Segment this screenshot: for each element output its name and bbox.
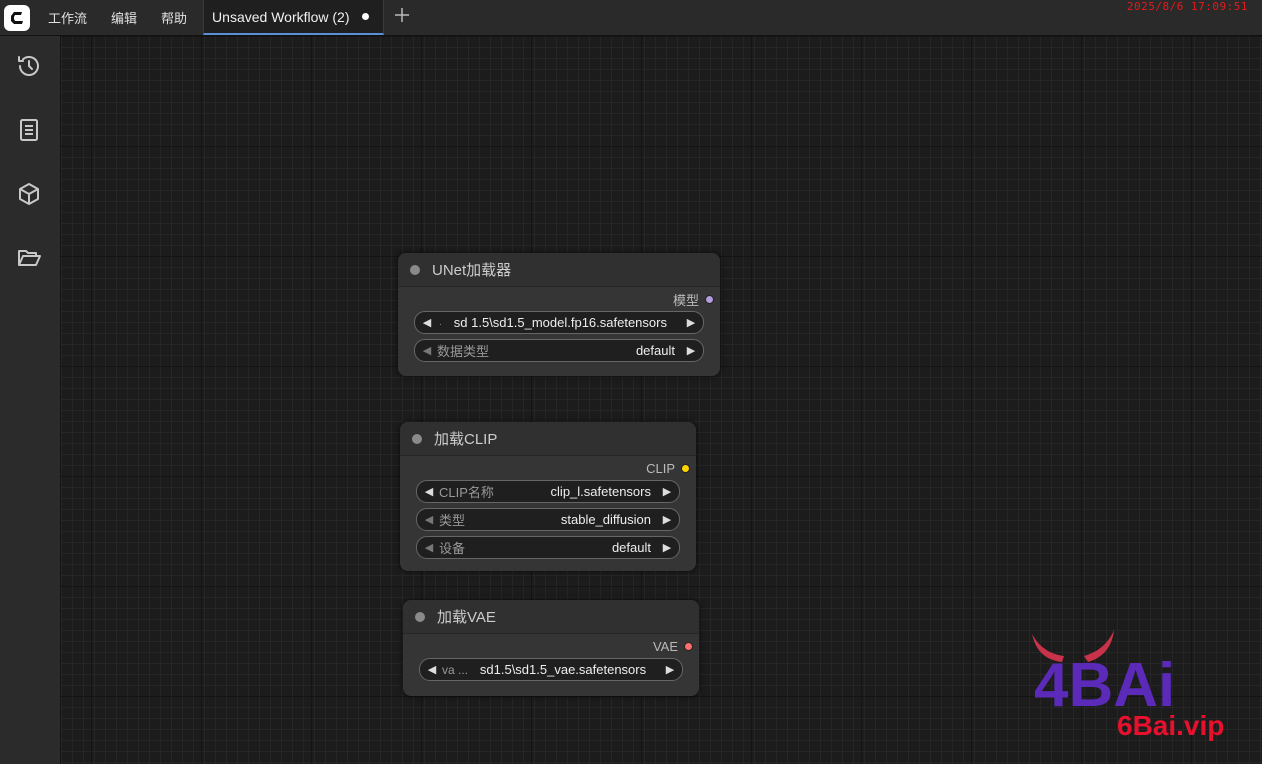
clip-device-combo[interactable]: ◀ 设备 default ▶ <box>416 536 680 559</box>
vae-loader-node[interactable]: 加载VAE VAE ◀ va ... sd1.5\sd1.5_vae.safet… <box>403 600 699 696</box>
clip-loader-node[interactable]: 加载CLIP CLIP ◀ CLIP名称 clip_l.safetensors … <box>400 422 696 571</box>
prev-arrow-icon[interactable]: ◀ <box>424 663 440 676</box>
watermark-site-text: 6Bai.vip <box>1117 710 1225 741</box>
widget-label: va ... <box>442 662 469 677</box>
widget-value: stable_diffusion <box>560 512 651 527</box>
unet-loader-node[interactable]: UNet加载器 模型 ◀ . sd 1.5\sd1.5_model.fp16.s… <box>398 253 720 376</box>
output-port-icon[interactable] <box>705 294 714 304</box>
collapse-dot-icon[interactable] <box>412 433 422 444</box>
prev-arrow-icon[interactable]: ◀ <box>421 485 437 498</box>
add-tab-icon[interactable] <box>394 7 410 28</box>
menu-workflow[interactable]: 工作流 <box>36 8 99 27</box>
menu-help[interactable]: 帮助 <box>149 8 199 27</box>
node-title: UNet加载器 <box>432 262 512 279</box>
widget-value: sd 1.5\sd1.5_model.fp16.safetensors <box>453 315 667 330</box>
output-port-icon[interactable] <box>684 641 693 651</box>
unsaved-dot-icon <box>361 13 369 20</box>
watermark-logo-text: 4BAi <box>1034 651 1175 714</box>
node-header[interactable]: 加载CLIP <box>400 422 696 456</box>
output-slot-vae[interactable]: VAE <box>403 634 699 658</box>
output-label: CLIP <box>646 460 675 476</box>
next-arrow-icon[interactable]: ▶ <box>659 485 675 498</box>
cube-icon[interactable] <box>16 181 42 207</box>
next-arrow-icon[interactable]: ▶ <box>683 344 699 357</box>
widget-label: 类型 <box>439 513 466 528</box>
next-arrow-icon[interactable]: ▶ <box>659 541 675 554</box>
prev-arrow-icon[interactable]: ◀ <box>421 513 437 526</box>
next-arrow-icon[interactable]: ▶ <box>662 663 678 676</box>
widget-value: sd1.5\sd1.5_vae.safetensors <box>479 662 647 677</box>
prev-arrow-icon[interactable]: ◀ <box>421 541 437 554</box>
prev-arrow-icon[interactable]: ◀ <box>419 344 435 357</box>
collapse-dot-icon[interactable] <box>415 611 425 622</box>
menu-edit[interactable]: 编辑 <box>99 8 149 27</box>
folder-open-icon[interactable] <box>16 245 42 271</box>
clip-type-combo[interactable]: ◀ 类型 stable_diffusion ▶ <box>416 508 680 531</box>
dtype-combo[interactable]: ◀ 数据类型 default ▶ <box>414 339 704 362</box>
tab-title: Unsaved Workflow (2) <box>212 8 350 25</box>
top-menu-bar: 工作流 编辑 帮助 Unsaved Workflow (2) 2025/8/6 … <box>0 0 1262 36</box>
output-label: 模型 <box>672 292 699 308</box>
next-arrow-icon[interactable]: ▶ <box>659 513 675 526</box>
output-slot-model[interactable]: 模型 <box>398 287 720 311</box>
output-label: VAE <box>652 638 678 654</box>
history-icon[interactable] <box>16 53 42 79</box>
tab-unsaved-workflow[interactable]: Unsaved Workflow (2) <box>203 0 384 35</box>
next-arrow-icon[interactable]: ▶ <box>683 316 699 329</box>
clock-readout: 2025/8/6 17:09:51 <box>1126 0 1248 13</box>
widget-label: 设备 <box>439 541 466 556</box>
node-header[interactable]: 加载VAE <box>403 600 699 634</box>
output-port-icon[interactable] <box>681 463 690 473</box>
clip-name-combo[interactable]: ◀ CLIP名称 clip_l.safetensors ▶ <box>416 480 680 503</box>
collapse-dot-icon[interactable] <box>410 264 420 275</box>
output-slot-clip[interactable]: CLIP <box>400 456 696 480</box>
node-header[interactable]: UNet加载器 <box>398 253 720 287</box>
widget-label: CLIP名称 <box>439 485 494 500</box>
node-title: 加载CLIP <box>434 431 498 448</box>
widget-value: default <box>611 540 651 555</box>
widget-label: 数据类型 <box>437 344 490 359</box>
app-logo[interactable] <box>4 4 30 31</box>
node-title: 加载VAE <box>437 609 496 626</box>
widget-value: clip_l.safetensors <box>550 484 651 499</box>
unet-name-combo[interactable]: ◀ . sd 1.5\sd1.5_model.fp16.safetensors … <box>414 311 704 334</box>
book-icon[interactable] <box>16 117 42 143</box>
left-sidebar <box>0 36 61 764</box>
widget-value: default <box>635 343 675 358</box>
vae-name-combo[interactable]: ◀ va ... sd1.5\sd1.5_vae.safetensors ▶ <box>419 658 683 681</box>
prev-arrow-icon[interactable]: ◀ <box>419 316 435 329</box>
